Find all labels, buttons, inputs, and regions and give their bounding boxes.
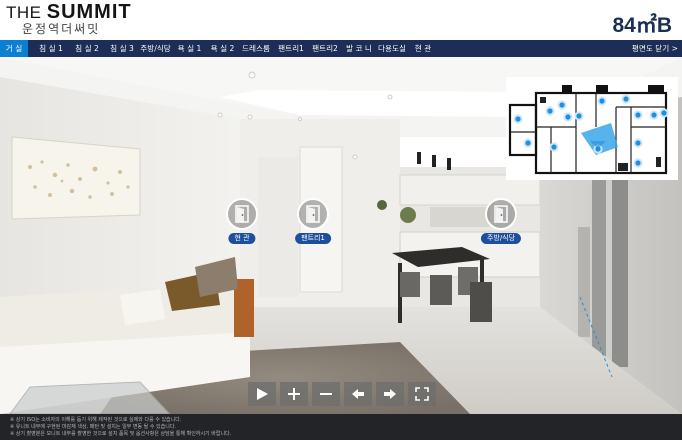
unit-type-label: 84㎡B xyxy=(612,14,672,37)
brand-title: THE SUMMIT xyxy=(6,1,132,23)
nav-item-bathroom-1[interactable]: 욕 실 1 xyxy=(175,40,204,57)
disclaimer-line: ※ 상기 촬영분은 모니트 내부를 촬영한 것으로 설치 품목 및 옵션사항은 … xyxy=(10,431,232,437)
brand-logo[interactable]: THE SUMMIT 운정역더써밋 xyxy=(6,1,136,37)
hotspot-entrance[interactable]: 현 관 xyxy=(217,198,267,248)
nav-item-bathroom-2[interactable]: 욕 실 2 xyxy=(208,40,237,57)
nav-item-pantry-1[interactable]: 팬트리1 xyxy=(275,40,307,57)
nav-item-utility-room[interactable]: 다용도실 xyxy=(376,40,408,57)
nav-item-bedroom-3[interactable]: 침 실 3 xyxy=(107,40,137,57)
hotspot-entrance-label: 현 관 xyxy=(228,233,256,244)
arrow-left-icon xyxy=(352,389,364,399)
nav-item-dressroom[interactable]: 드레스룸 xyxy=(240,40,272,57)
brand-title-prefix: THE xyxy=(6,3,47,22)
disclaimer-line: ※ 상기 ISO는 소비자의 이해를 돕기 위해 제작된 것으로 실제와 다를 … xyxy=(10,417,182,423)
floorplan-minimap[interactable] xyxy=(506,77,678,180)
brand-title-main: SUMMIT xyxy=(46,1,132,23)
header: THE SUMMIT 운정역더써밋 84㎡B xyxy=(0,0,682,40)
hotspot-kitchen-label: 주방/식당 xyxy=(480,233,522,244)
nav-item-living-room[interactable]: 거 실 xyxy=(0,40,28,57)
nav-item-kitchen[interactable]: 주방/식당 xyxy=(138,40,173,57)
panorama-viewer[interactable]: 현 관 팬트리1 주방/식당 xyxy=(0,57,682,414)
nav-item-entrance[interactable]: 현 관 xyxy=(412,40,434,57)
door-icon xyxy=(226,198,258,230)
zoom-out-button[interactable] xyxy=(312,382,340,406)
room-nav: 거 실 침 실 1 침 실 2 침 실 3 주방/식당 욕 실 1 욕 실 2 … xyxy=(0,40,682,57)
nav-item-balcony[interactable]: 발 코 니 xyxy=(343,40,375,57)
disclaimer-line: ※ 유니트 내부에 구현된 마감재 색상, 패턴 및 설치는 일부 변동 될 수… xyxy=(10,424,177,430)
play-button[interactable] xyxy=(248,382,276,406)
close-floorplan-button[interactable]: 평면도 닫기 > xyxy=(632,40,678,57)
nav-item-pantry-2[interactable]: 팬트리2 xyxy=(309,40,341,57)
floorplan-drawing xyxy=(506,77,678,180)
door-icon xyxy=(297,198,329,230)
fullscreen-icon xyxy=(415,387,429,401)
brand-subtitle: 운정역더써밋 xyxy=(22,22,101,36)
hotspot-pantry-1-label: 팬트리1 xyxy=(295,233,331,244)
play-icon xyxy=(257,388,268,400)
nav-item-bedroom-2[interactable]: 침 실 2 xyxy=(72,40,102,57)
hotspot-pantry-1[interactable]: 팬트리1 xyxy=(288,198,338,248)
nav-item-bedroom-1[interactable]: 침 실 1 xyxy=(36,40,66,57)
disclaimer-footer: ※ 상기 ISO는 소비자의 이해를 돕기 위해 제작된 것으로 실제와 다를 … xyxy=(0,414,682,440)
rotate-left-button[interactable] xyxy=(344,382,372,406)
rotate-right-button[interactable] xyxy=(376,382,404,406)
fullscreen-button[interactable] xyxy=(408,382,436,406)
zoom-in-icon xyxy=(288,388,300,400)
zoom-in-button[interactable] xyxy=(280,382,308,406)
viewer-controls xyxy=(248,382,438,408)
hotspot-kitchen[interactable]: 주방/식당 xyxy=(476,198,526,248)
arrow-right-icon xyxy=(384,389,396,399)
door-icon xyxy=(485,198,517,230)
zoom-out-icon xyxy=(320,393,332,395)
